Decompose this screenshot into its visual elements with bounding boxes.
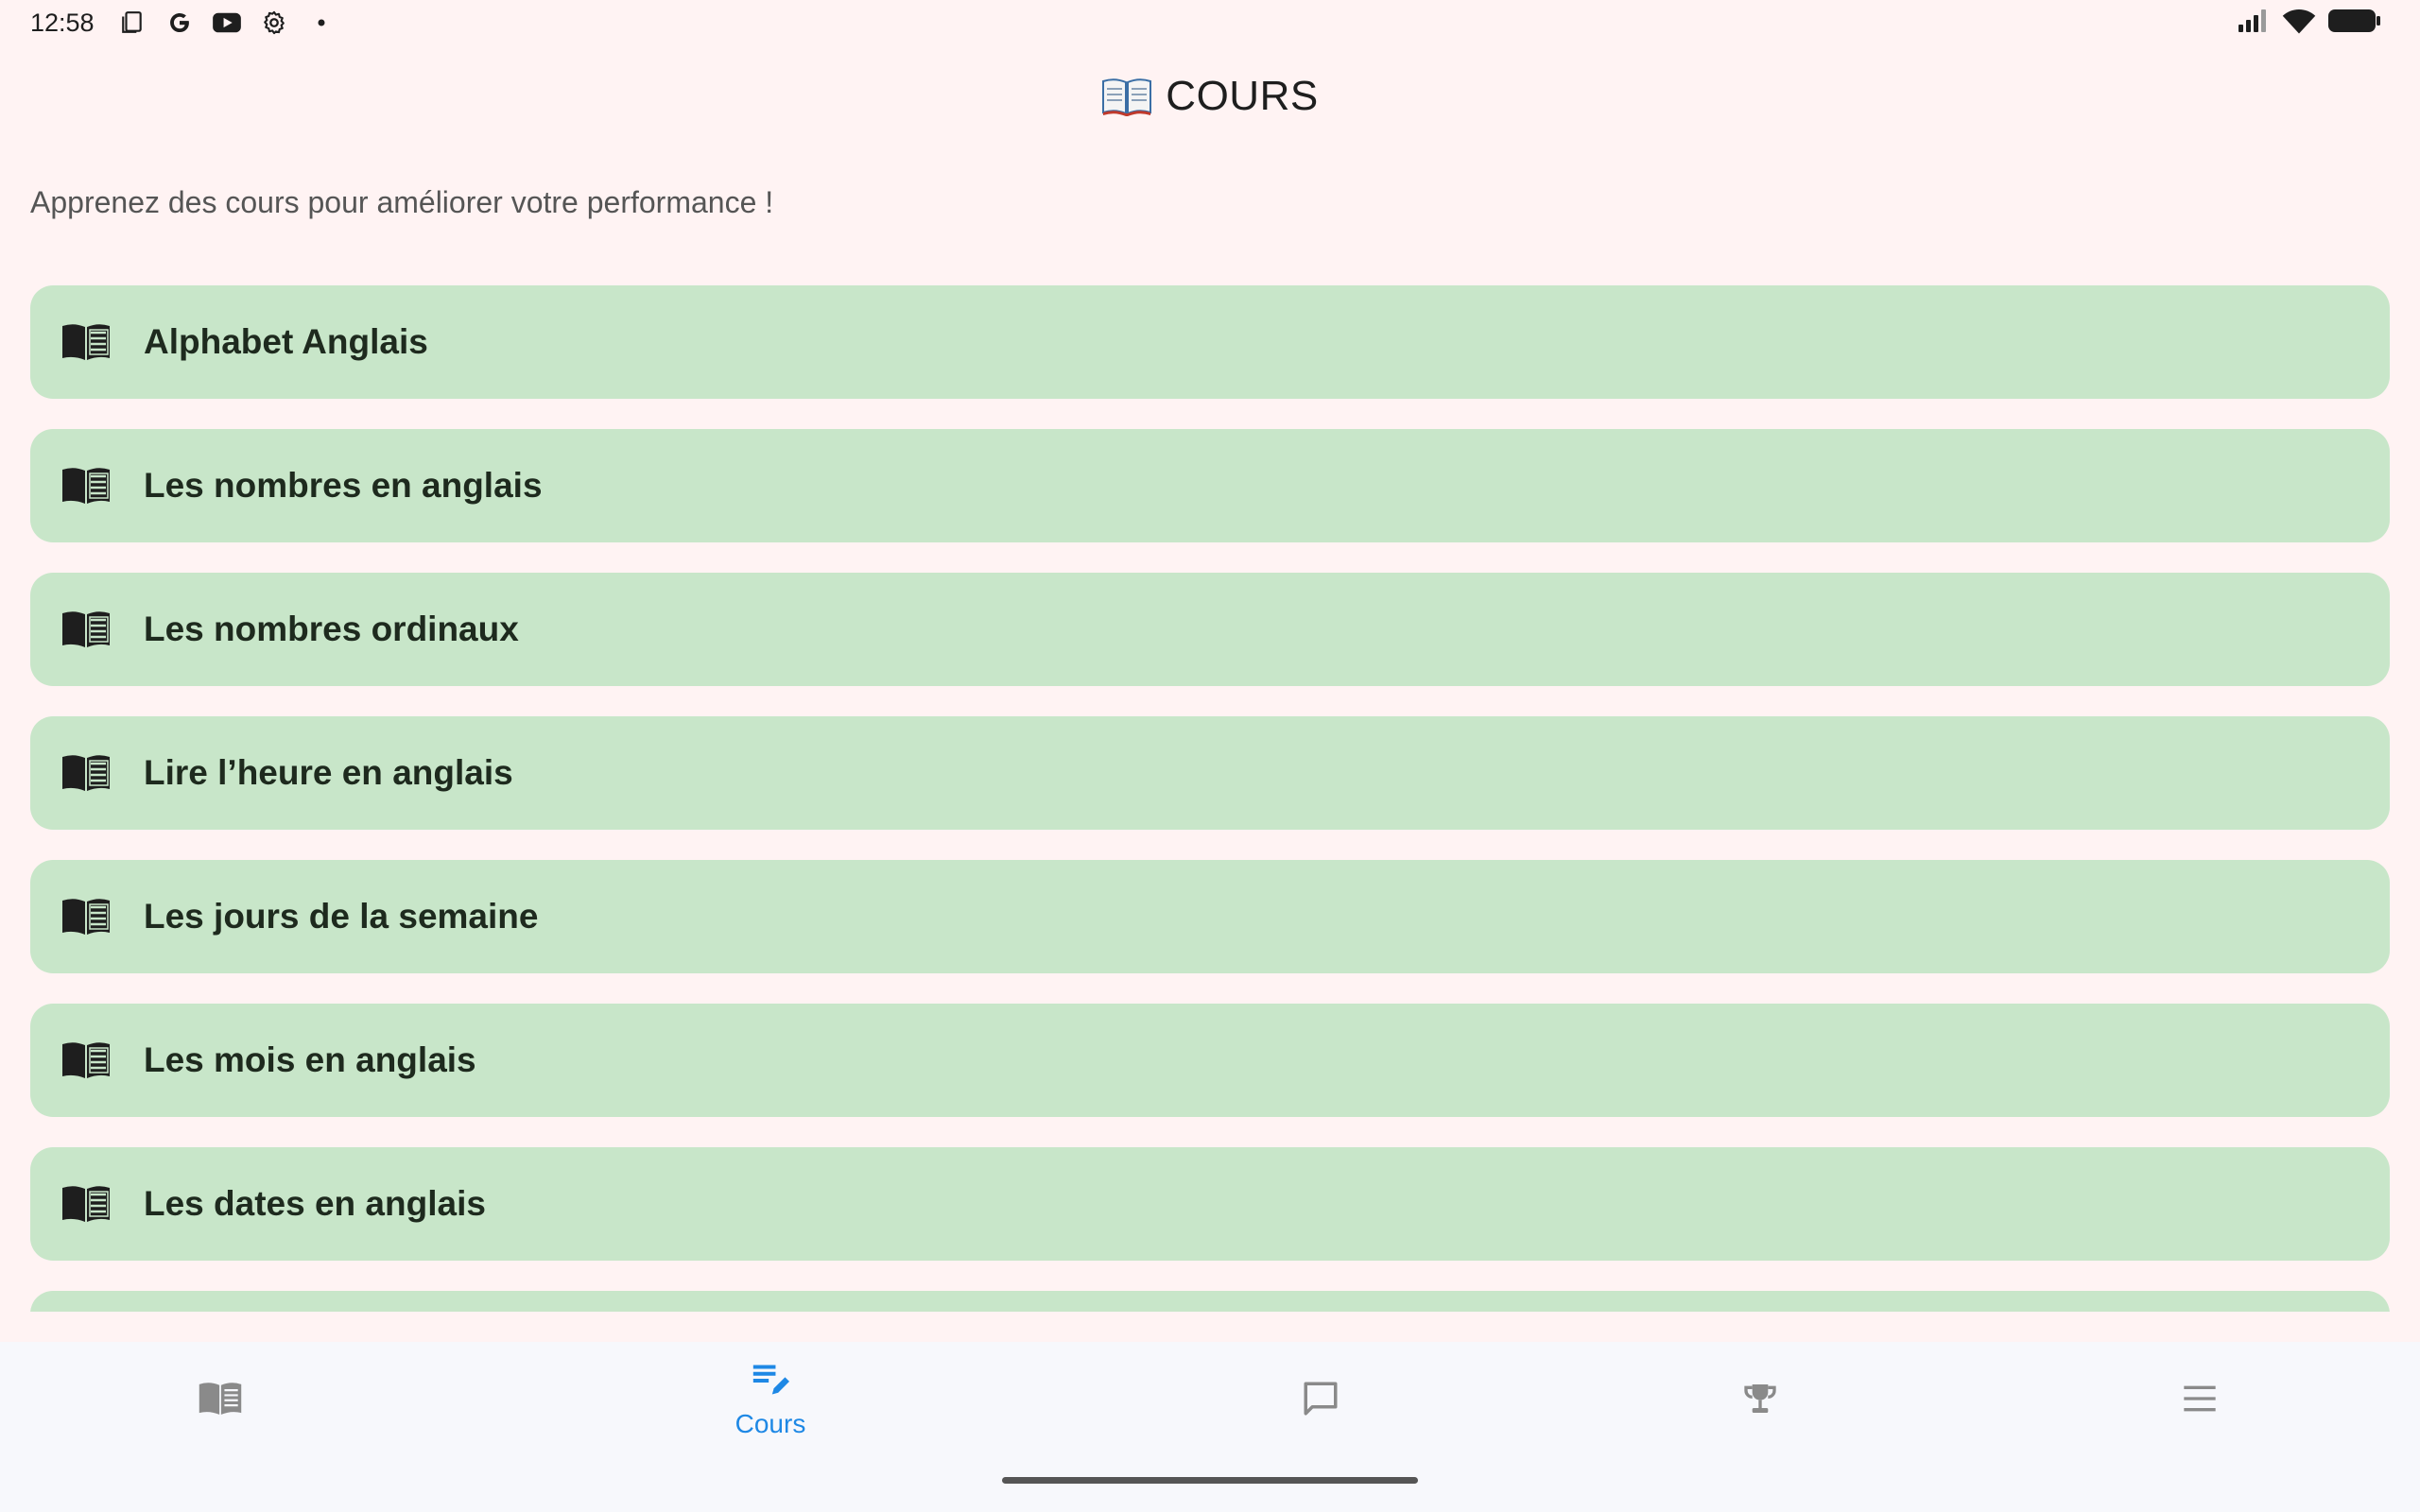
course-item-dates[interactable]: Les dates en anglais (30, 1147, 2390, 1261)
course-item-heure[interactable]: Lire l’heure en anglais (30, 716, 2390, 830)
course-item-nombres[interactable]: Les nombres en anglais (30, 429, 2390, 542)
page-title: COURS (1166, 73, 1319, 119)
nav-label-cours: Cours (735, 1409, 806, 1438)
course-item-ordinaux[interactable]: Les nombres ordinaux (30, 573, 2390, 686)
page-subtitle: Apprenez des cours pour améliorer votre … (30, 185, 774, 219)
course-label: Les nombres ordinaux (144, 610, 519, 648)
google-icon (164, 8, 195, 38)
status-time: 12:58 (30, 8, 95, 37)
course-item-partial[interactable] (30, 1291, 2390, 1312)
course-label: Les nombres en anglais (144, 466, 543, 505)
course-list[interactable]: Alphabet Anglais Les nombres en anglais … (30, 285, 2390, 1312)
signal-icon (2237, 8, 2271, 39)
menu-book-icon (60, 1040, 112, 1081)
screen-icon (117, 8, 147, 38)
course-label: Les jours de la semaine (144, 897, 539, 936)
nav-item-menu[interactable] (1979, 1342, 2420, 1455)
settings-icon (259, 8, 289, 38)
status-bar: 12:58 (0, 0, 2420, 45)
menu-icon (2177, 1376, 2222, 1421)
chat-icon (1298, 1376, 1343, 1421)
course-item-alphabet[interactable]: Alphabet Anglais (30, 285, 2390, 399)
nav-item-book[interactable] (0, 1342, 441, 1455)
course-label: Les dates en anglais (144, 1184, 486, 1223)
book-icon (198, 1376, 243, 1421)
page-header: COURS (0, 66, 2420, 127)
course-item-jours[interactable]: Les jours de la semaine (30, 860, 2390, 973)
course-item-mois[interactable]: Les mois en anglais (30, 1004, 2390, 1117)
menu-book-icon (60, 609, 112, 650)
home-indicator[interactable] (1002, 1477, 1418, 1484)
battery-icon (2327, 7, 2382, 40)
nav-item-cours[interactable]: Cours (550, 1342, 991, 1455)
bottom-navigation: Cours (0, 1342, 2420, 1512)
edit-note-icon (748, 1358, 793, 1403)
menu-book-icon (60, 321, 112, 363)
youtube-icon (212, 8, 242, 38)
wifi-icon (2282, 7, 2316, 40)
menu-book-icon (60, 752, 112, 794)
nav-item-chat[interactable] (1100, 1342, 1541, 1455)
status-bar-left: 12:58 (30, 0, 337, 45)
course-label: Alphabet Anglais (144, 322, 428, 361)
open-book-icon (1101, 76, 1152, 117)
menu-book-icon (60, 896, 112, 937)
menu-book-icon (60, 1183, 112, 1225)
course-label: Lire l’heure en anglais (144, 753, 513, 792)
status-bar-right (2237, 0, 2382, 45)
nav-item-trophy[interactable] (1540, 1342, 1980, 1455)
course-label: Les mois en anglais (144, 1040, 476, 1079)
dot-icon (306, 8, 337, 38)
trophy-icon (1737, 1376, 1783, 1421)
menu-book-icon (60, 465, 112, 507)
